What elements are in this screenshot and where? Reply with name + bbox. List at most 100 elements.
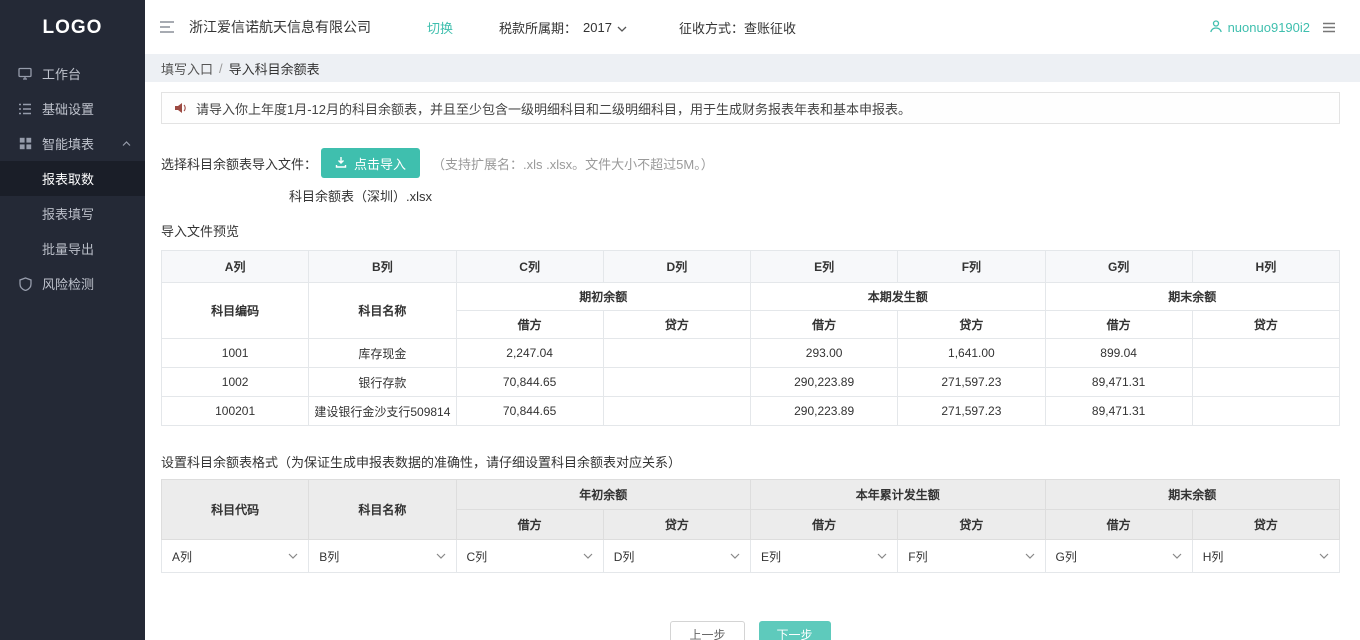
tax-period-value: 2017 [583,20,612,35]
table-row: 1002 银行存款 70,844.65 290,223.89 271,597.2… [162,368,1340,397]
user-icon [1209,19,1223,36]
column-select-opening-debit[interactable]: C列 [457,540,603,572]
sidebar-item-workbench[interactable]: 工作台 [0,56,145,91]
breadcrumb-parent[interactable]: 填写入口 [161,59,213,78]
column-select-closing-credit[interactable]: H列 [1193,540,1339,572]
select-value: D列 [614,548,635,565]
cell: 1,641.00 [898,339,1045,368]
column-header: F列 [898,251,1045,283]
cell: 293.00 [751,339,898,368]
company-name: 浙江爱信诺航天信息有限公司 [189,17,371,37]
table-row: 1001 库存现金 2,247.04 293.00 1,641.00 899.0… [162,339,1340,368]
column-header: A列 [162,251,309,283]
name-header: 科目名称 [309,480,456,540]
column-select-name[interactable]: B列 [309,540,455,572]
cell [1192,368,1339,397]
mapping-group-header-row: 科目代码 科目名称 年初余额 本年累计发生额 期末余额 [162,480,1340,510]
cell: 899.04 [1045,339,1192,368]
shield-icon [18,277,32,291]
cell [1192,397,1339,426]
tax-period: 税款所属期： 2017 [499,18,627,37]
column-header: C列 [456,251,603,283]
debit-header: 借方 [751,311,898,339]
select-value: E列 [761,548,781,565]
column-select-opening-credit[interactable]: D列 [604,540,750,572]
credit-header: 贷方 [898,311,1045,339]
download-icon [335,156,347,171]
collection-method-value: 查账征收 [744,21,796,36]
credit-header: 贷方 [603,311,750,339]
collection-method-label: 征收方式： [679,21,744,36]
chevron-down-icon [436,553,446,559]
column-header: B列 [309,251,456,283]
header-right: nuonuo9190i2 [1209,19,1340,36]
column-header: G列 [1045,251,1192,283]
import-hint: （支持扩展名：.xls .xlsx。文件大小不超过5M。） [432,154,714,173]
switch-company-link[interactable]: 切换 [427,18,453,37]
select-value: F列 [908,548,927,565]
debit-header: 借方 [751,510,898,540]
column-select-code[interactable]: A列 [162,540,308,572]
mapping-table: 科目代码 科目名称 年初余额 本年累计发生额 期末余额 借方 贷方 借方 贷方 … [161,479,1340,573]
next-step-button[interactable]: 下一步 [759,621,831,640]
cell: 290,223.89 [751,397,898,426]
previous-step-button[interactable]: 上一步 [670,621,744,640]
column-header: E列 [751,251,898,283]
cell: 271,597.23 [898,397,1045,426]
sidebar-subitem-batch-export[interactable]: 批量导出 [0,231,145,266]
sidebar-item-risk-detection[interactable]: 风险检测 [0,266,145,301]
mapping-select-row: A列 B列 C列 D列 E列 F列 G列 H列 [162,540,1340,573]
sidebar-subitem-report-fill[interactable]: 报表填写 [0,196,145,231]
cell [1192,339,1339,368]
chevron-down-icon [617,20,627,35]
tax-period-dropdown[interactable]: 2017 [583,20,627,35]
cell [603,339,750,368]
code-header: 科目代码 [162,480,309,540]
preview-group-header-row: 科目编码 科目名称 期初余额 本期发生额 期末余额 [162,283,1340,311]
import-button[interactable]: 点击导入 [321,148,420,178]
cell: 89,471.31 [1045,397,1192,426]
breadcrumb-current: 导入科目余额表 [229,59,320,78]
speaker-icon [174,102,188,114]
column-header: H列 [1192,251,1339,283]
sidebar-subitem-label: 批量导出 [42,239,94,258]
notice-bar: 请导入你上年度1月-12月的科目余额表，并且至少包含一级明细科目和二级明细科目，… [161,92,1340,124]
content: 请导入你上年度1月-12月的科目余额表，并且至少包含一级明细科目和二级明细科目，… [145,82,1360,640]
user-chip[interactable]: nuonuo9190i2 [1209,19,1310,36]
cell: 2,247.04 [456,339,603,368]
logo: LOGO [0,0,145,56]
group-header: 本期发生额 [751,283,1046,311]
collection-method: 征收方式：查账征收 [679,18,796,37]
cell [603,397,750,426]
group-header: 期末余额 [1045,480,1340,510]
cell: 1001 [162,339,309,368]
table-row: 100201 建设银行金沙支行509814 70,844.65 290,223.… [162,397,1340,426]
chevron-down-icon [730,553,740,559]
group-header: 期末余额 [1045,283,1340,311]
chevron-down-icon [288,553,298,559]
sidebar-item-smart-forms[interactable]: 智能填表 [0,126,145,161]
sidebar-nav: 工作台 基础设置 智能填表 报表取数 报表填写 [0,56,145,301]
column-select-closing-debit[interactable]: G列 [1046,540,1192,572]
chevron-down-icon [583,553,593,559]
column-select-period-credit[interactable]: F列 [898,540,1044,572]
cell: 库存现金 [309,339,456,368]
sidebar-item-basic-settings[interactable]: 基础设置 [0,91,145,126]
sidebar: LOGO 工作台 基础设置 智能填表 [0,0,145,640]
preview-column-header-row: A列 B列 C列 D列 E列 F列 G列 H列 [162,251,1340,283]
mapping-section-title: 设置科目余额表格式（为保证生成申报表数据的准确性，请仔细设置科目余额表对应关系） [161,452,1340,471]
chevron-down-icon [877,553,887,559]
collapse-sidebar-icon[interactable] [153,16,181,38]
cell: 1002 [162,368,309,397]
menu-icon[interactable] [1318,19,1340,36]
sidebar-item-label: 智能填表 [42,134,94,153]
cell: 70,844.65 [456,368,603,397]
sidebar-subitem-label: 报表填写 [42,204,94,223]
group-header: 期初余额 [456,283,751,311]
column-select-period-debit[interactable]: E列 [751,540,897,572]
import-file-label: 选择科目余额表导入文件： [161,154,317,173]
sidebar-subitem-report-data[interactable]: 报表取数 [0,161,145,196]
footer-buttons: 上一步 下一步 [161,621,1340,640]
chevron-down-icon [1025,553,1035,559]
top-header: 浙江爱信诺航天信息有限公司 切换 税款所属期： 2017 征收方式：查账征收 [145,0,1360,54]
